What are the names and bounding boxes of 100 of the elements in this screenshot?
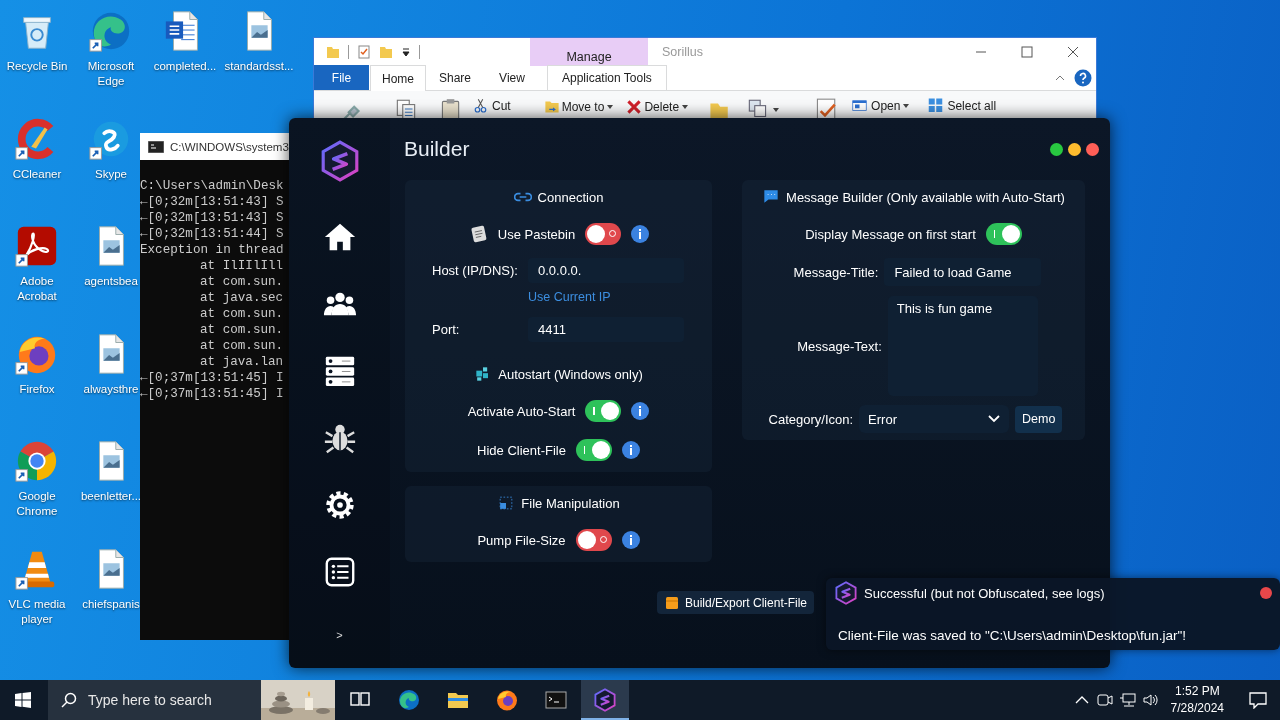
toggle-label: Pump File-Size bbox=[477, 532, 566, 548]
ribbon-button[interactable]: Select all bbox=[927, 96, 997, 115]
expand-toggle[interactable]: > bbox=[336, 629, 343, 641]
icon-label[interactable]: completed... bbox=[153, 59, 217, 74]
icon-label[interactable]: alwaysthre bbox=[83, 381, 139, 397]
console-line: ←[0;37m[13:51:45] I bbox=[140, 386, 284, 402]
close-button[interactable] bbox=[1086, 142, 1099, 156]
search-field[interactable]: Type here to search bbox=[86, 691, 252, 709]
ribbon-tab[interactable]: Home bbox=[370, 65, 426, 92]
console-line: ←[0;32m[13:51:43] S bbox=[140, 210, 284, 226]
chevron-up-icon[interactable] bbox=[1075, 695, 1090, 705]
link[interactable]: Use Current IP bbox=[528, 290, 611, 304]
ribbon-tab[interactable]: View bbox=[484, 65, 540, 91]
icon-label[interactable]: Adobe Acrobat bbox=[1, 274, 73, 305]
toggle-switch[interactable] bbox=[985, 223, 1022, 245]
text-area[interactable]: This is fun game bbox=[887, 296, 1038, 396]
toggle-label: Hide Client-File bbox=[477, 442, 566, 458]
browser-icon bbox=[495, 688, 519, 712]
help-icon[interactable] bbox=[1074, 68, 1092, 87]
windows-icon bbox=[15, 692, 31, 708]
icon-label[interactable]: standardsst... bbox=[224, 59, 294, 74]
info-icon[interactable] bbox=[621, 531, 640, 549]
icon-label[interactable]: Google Chrome bbox=[1, 489, 73, 520]
notification-message: Client-File was saved to "C:\Users\admin\Desktop\fun.jar"! bbox=[838, 628, 1187, 643]
browser-icon bbox=[397, 688, 421, 712]
package-icon bbox=[666, 596, 678, 609]
scissors-icon bbox=[472, 96, 489, 115]
window-title: Sorillus bbox=[662, 44, 704, 59]
taskbar-button[interactable] bbox=[581, 680, 629, 720]
close-icon[interactable] bbox=[1067, 45, 1079, 58]
icon-label[interactable]: Microsoft Edge bbox=[75, 59, 147, 89]
app-logo bbox=[834, 581, 858, 605]
icon-label[interactable]: VLC media player bbox=[1, 596, 73, 627]
volume-icon[interactable] bbox=[1142, 692, 1161, 708]
console-line: at java.lan bbox=[199, 354, 284, 370]
console-line: Exception in thread bbox=[140, 242, 284, 258]
console-line: ←[0;32m[13:51:43] S bbox=[140, 194, 284, 210]
ribbon-tab[interactable]: Application Tools bbox=[547, 65, 667, 91]
ribbon-button[interactable]: Cut bbox=[472, 96, 511, 115]
field-label: Message-Title: bbox=[793, 264, 879, 280]
field-label: Category/Icon: bbox=[768, 411, 854, 427]
toggle-switch[interactable] bbox=[575, 529, 612, 551]
toggle-label: Activate Auto-Start bbox=[467, 403, 576, 419]
info-icon[interactable] bbox=[631, 225, 650, 243]
icon-label[interactable]: beenletter... bbox=[80, 489, 142, 505]
ribbon-button[interactable]: Open bbox=[851, 96, 910, 115]
section-title: Message Builder (Only available with Auto-Start) bbox=[786, 189, 1065, 205]
ribbon-tab[interactable]: File bbox=[314, 65, 369, 91]
checklist-icon[interactable] bbox=[357, 44, 371, 59]
network-icon[interactable] bbox=[1119, 692, 1138, 708]
clock-date[interactable]: 7/28/2024 bbox=[1170, 700, 1224, 717]
console-line: at com.sun. bbox=[199, 306, 284, 322]
icon-label[interactable]: Skype bbox=[95, 166, 127, 182]
camera-icon[interactable] bbox=[1096, 692, 1115, 708]
search-box[interactable]: Type here to search bbox=[48, 680, 335, 720]
terminal-icon bbox=[544, 688, 568, 712]
console-line: C:\Users\admin\Desk bbox=[140, 178, 284, 194]
search-icon bbox=[61, 692, 77, 708]
window-title: Builder bbox=[404, 137, 470, 161]
icon-label[interactable]: agentsbea bbox=[84, 274, 138, 290]
console-line: at IlIIlIll bbox=[199, 258, 284, 274]
delete-icon bbox=[627, 99, 642, 114]
info-icon[interactable] bbox=[631, 402, 650, 420]
console-line: at com.sun. bbox=[199, 322, 284, 338]
clock-time[interactable]: 1:52 PM bbox=[1174, 683, 1220, 700]
field-label: Message-Text: bbox=[797, 338, 882, 354]
console-line: at com.sun. bbox=[199, 338, 284, 354]
toggle-switch[interactable] bbox=[585, 400, 622, 422]
section-title: Connection bbox=[537, 189, 604, 205]
caret-icon[interactable] bbox=[401, 46, 411, 57]
notification-icon[interactable] bbox=[1248, 691, 1268, 709]
window-title: C:\WINDOWS\system3 bbox=[170, 140, 289, 153]
input-field[interactable]: 0.0.0.0. bbox=[528, 258, 684, 283]
maximize-button[interactable] bbox=[1050, 142, 1063, 156]
console-line: ←[0;37m[13:51:45] I bbox=[140, 370, 284, 386]
minimize-button[interactable] bbox=[1068, 142, 1081, 156]
input-field[interactable]: Failed to load Game bbox=[884, 258, 1042, 286]
folder-icon bbox=[544, 99, 559, 114]
maximize-icon[interactable] bbox=[1021, 45, 1033, 58]
icon-label[interactable]: Firefox bbox=[19, 381, 55, 397]
notification-title: Successful (but not Obfuscated, see logs) bbox=[864, 585, 1106, 601]
info-icon[interactable] bbox=[621, 441, 640, 459]
category-dropdown[interactable]: Error bbox=[859, 405, 1010, 433]
input-field[interactable]: 4411 bbox=[528, 317, 684, 342]
select-all-icon bbox=[927, 96, 945, 115]
close-button[interactable] bbox=[1260, 587, 1272, 599]
console-line: at java.sec bbox=[199, 290, 284, 306]
build-button[interactable]: Build/Export Client-File bbox=[657, 591, 815, 614]
ribbon-button[interactable]: Delete bbox=[627, 99, 689, 114]
section-title: File Manipulation bbox=[521, 495, 620, 511]
toggle-switch[interactable] bbox=[585, 223, 622, 245]
section-title: Autostart (Windows only) bbox=[498, 366, 643, 382]
toggle-label: Use Pastebin bbox=[497, 226, 576, 242]
ribbon-button[interactable]: Move to bbox=[544, 99, 614, 114]
demo-button[interactable]: Demo bbox=[1015, 405, 1063, 433]
toggle-switch[interactable] bbox=[575, 439, 612, 461]
console-line: at com.sun. bbox=[199, 274, 284, 290]
field-label: Port: bbox=[432, 322, 461, 337]
ribbon-tab[interactable]: Share bbox=[427, 65, 483, 91]
icon-label[interactable]: chiefspanis bbox=[82, 596, 140, 612]
